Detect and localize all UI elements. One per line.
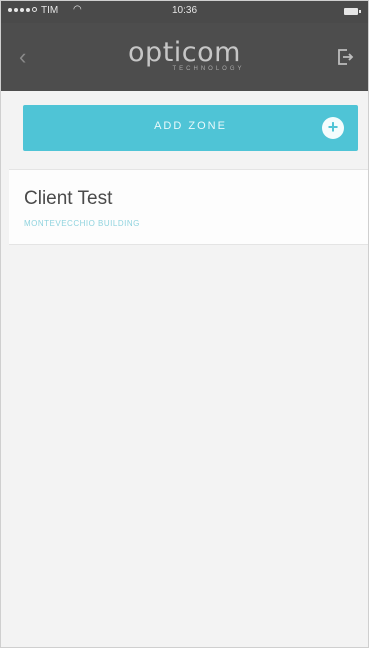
add-zone-button[interactable]: ADD ZONE + xyxy=(23,105,358,151)
add-zone-label: ADD ZONE xyxy=(154,120,227,132)
logo-wordmark: opticom xyxy=(128,37,241,68)
status-bar: TIM ◠ 10:36 xyxy=(1,1,368,23)
status-time: 10:36 xyxy=(171,5,198,16)
app-logo: opticom TECHNOLOGY xyxy=(1,37,368,72)
client-list: Client Test MONTEVECCHIO BUILDING xyxy=(9,169,368,245)
signal-strength-icon xyxy=(8,7,37,12)
list-item[interactable]: Client Test MONTEVECCHIO BUILDING xyxy=(9,169,368,245)
app-screen: TIM ◠ 10:36 ‹ opticom TECHNOLOGY ADD ZON… xyxy=(0,0,369,648)
building-name: MONTEVECCHIO BUILDING xyxy=(24,219,140,228)
carrier-name: TIM xyxy=(41,5,59,16)
logout-icon[interactable] xyxy=(336,47,354,67)
client-name: Client Test xyxy=(24,188,113,209)
wifi-icon: ◠ xyxy=(73,4,82,15)
plus-circle-icon: + xyxy=(322,117,344,139)
navigation-bar: ‹ opticom TECHNOLOGY xyxy=(1,23,368,91)
logo-tagline: TECHNOLOGY xyxy=(172,66,245,72)
battery-icon xyxy=(344,8,361,15)
